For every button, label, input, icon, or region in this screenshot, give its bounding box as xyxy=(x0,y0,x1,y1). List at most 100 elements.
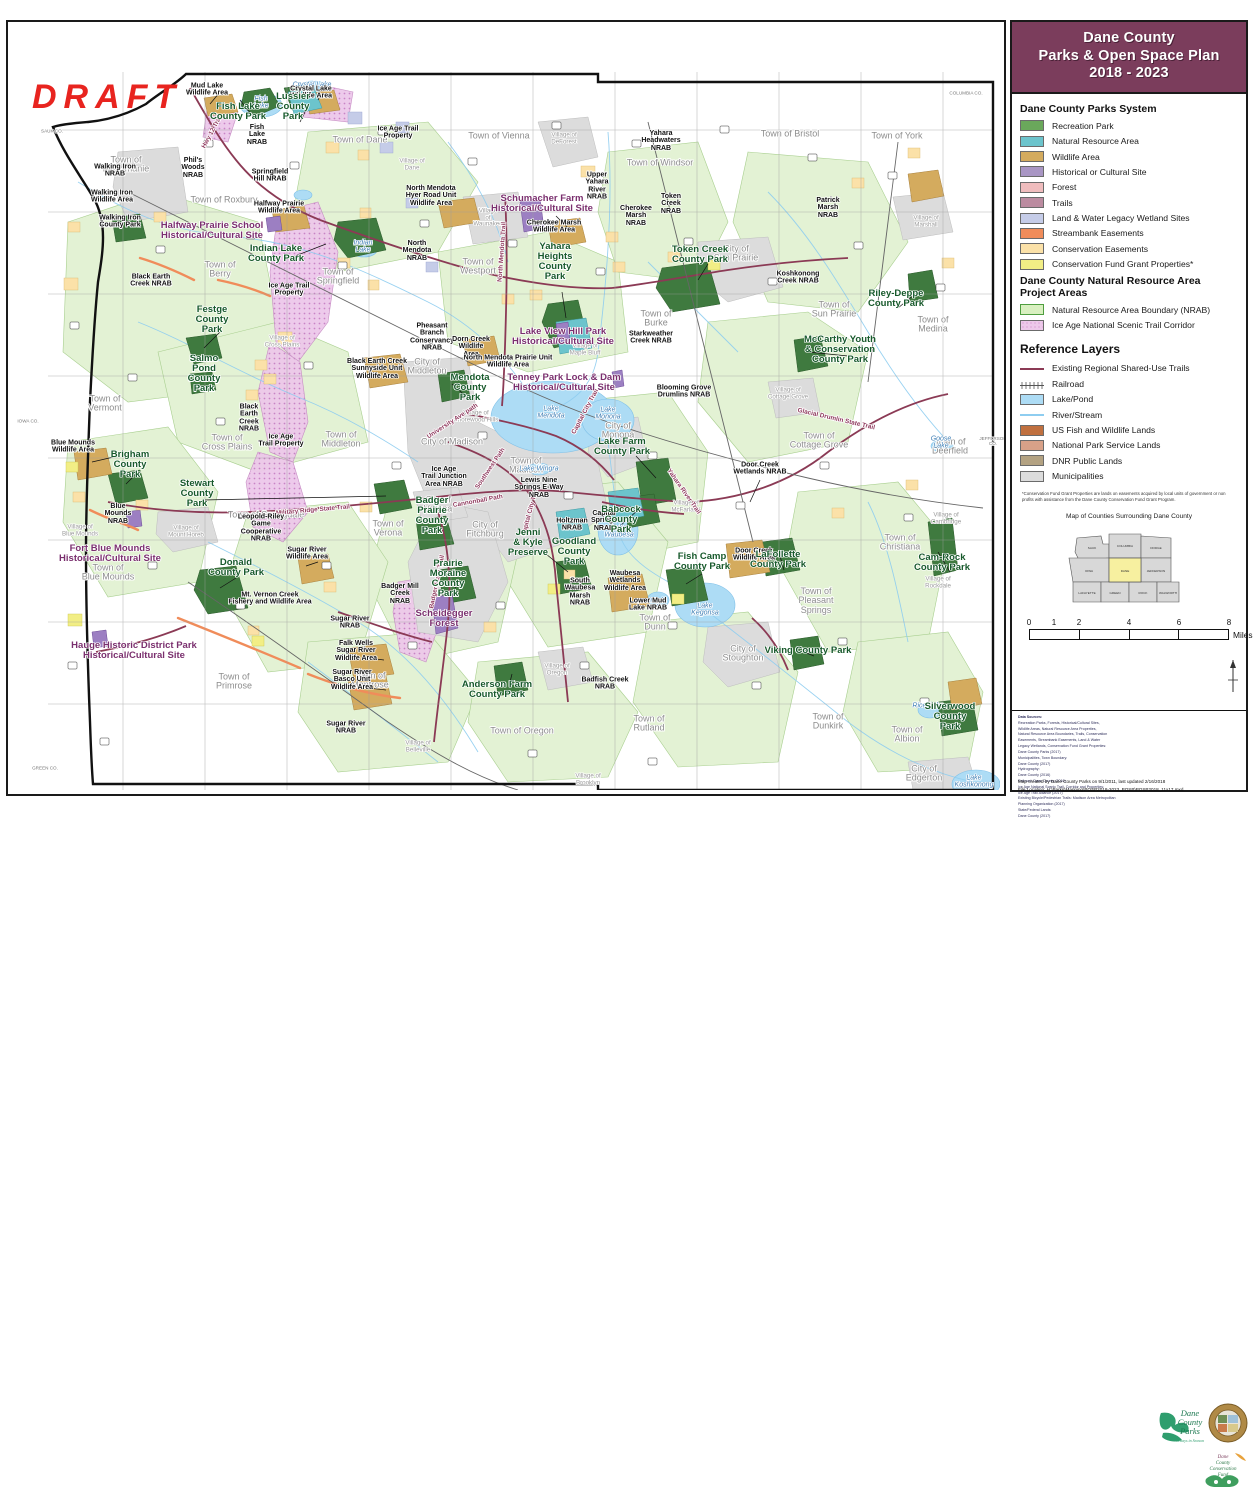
svg-text:COLUMBIA: COLUMBIA xyxy=(1117,544,1134,548)
map-base-layer xyxy=(8,22,1000,790)
legend-item[interactable]: Trails xyxy=(1020,195,1238,210)
legend-item[interactable]: Wildlife Area xyxy=(1020,149,1238,164)
legend-item-label: Lake/Pond xyxy=(1052,394,1094,405)
legend-item[interactable]: Municipalities xyxy=(1020,468,1238,483)
legend-heading-reference-layers: Reference Layers xyxy=(1020,341,1121,356)
legend-item[interactable]: Land & Water Legacy Wetland Sites xyxy=(1020,210,1238,225)
legend-color-swatch xyxy=(1020,424,1044,436)
legend-railroad-swatch xyxy=(1020,378,1044,390)
legend-item-label: River/Stream xyxy=(1052,409,1103,420)
svg-text:SAUK: SAUK xyxy=(1088,546,1097,550)
svg-text:ROCK: ROCK xyxy=(1139,591,1149,595)
legend-color-swatch xyxy=(1020,227,1044,239)
svg-text:GREEN: GREEN xyxy=(1109,591,1120,595)
svg-text:DANE: DANE xyxy=(1121,569,1130,573)
legend-item[interactable]: Recreation Park xyxy=(1020,118,1238,133)
data-sources-line: Dane County (2017) xyxy=(1018,813,1051,818)
legend-item-label: Natural Resource Area Boundary (NRAB) xyxy=(1052,304,1211,315)
legend-line-swatch xyxy=(1020,363,1044,374)
svg-text:Always in Season: Always in Season xyxy=(1175,1438,1204,1443)
legend-item[interactable]: US Fish and Wildlife Lands xyxy=(1020,422,1238,437)
legend-item[interactable]: Ice Age National Scenic Trail Corridor xyxy=(1020,317,1238,332)
scale-tick: 6 xyxy=(1176,617,1182,627)
svg-text:WALWORTH: WALWORTH xyxy=(1159,591,1177,595)
legend-color-swatch xyxy=(1020,181,1044,193)
svg-text:JEFFERSON: JEFFERSON xyxy=(1147,569,1165,573)
legend-color-swatch xyxy=(1020,470,1044,482)
legend-item[interactable]: Existing Regional Shared-Use Trails xyxy=(1020,361,1238,376)
map-title-line3: 2018 - 2023 xyxy=(1089,65,1169,82)
svg-text:Dane: Dane xyxy=(1180,1408,1200,1418)
scale-bar-segments xyxy=(1029,628,1229,640)
scale-tick: 8 xyxy=(1226,617,1232,627)
legend-body: Dane County Parks System Recreation Park… xyxy=(1012,94,1246,484)
legend-item-label: National Park Service Lands xyxy=(1052,440,1161,451)
draft-watermark: DRAFT xyxy=(32,78,183,116)
legend-item[interactable]: Conservation Fund Grant Properties* xyxy=(1020,257,1238,272)
legend-color-swatch xyxy=(1020,212,1044,224)
legend-item-label: Recreation Park xyxy=(1052,120,1114,131)
map-created-line: Map created by Dane County Parks on 9/1/… xyxy=(1018,779,1166,785)
legend-item[interactable]: Historical or Cultural Site xyxy=(1020,164,1238,179)
legend-color-swatch xyxy=(1020,120,1044,132)
scale-bar-ticks: 0 1 2 4 6 8 xyxy=(1026,617,1232,629)
svg-text:Dane: Dane xyxy=(1217,1455,1230,1460)
legend-color-swatch xyxy=(1020,439,1044,451)
legend-item-label: Forest xyxy=(1052,182,1077,193)
data-sources-text: Data Sources: Recreation Parks, Forests, … xyxy=(1018,715,1158,820)
scale-bar-units: Miles xyxy=(1233,629,1253,640)
legend-group-parks-system: Recreation Park Natural Resource Area Wild… xyxy=(1020,118,1238,272)
legend-color-swatch xyxy=(1020,243,1044,255)
legend-item-label: Conservation Easements xyxy=(1052,243,1149,254)
legend-color-swatch xyxy=(1020,166,1044,178)
legend-item-label: Municipalities xyxy=(1052,471,1104,482)
svg-text:LAFAYETTE: LAFAYETTE xyxy=(1078,591,1095,595)
scale-bar: 0 1 2 4 6 8 Miles xyxy=(1026,617,1253,640)
legend-item[interactable]: Conservation Easements xyxy=(1020,241,1238,256)
inset-map: SAUK COLUMBIA DODGE IOWA DANE JEFFERSON … xyxy=(1059,524,1199,608)
map-title-box: Dane County Parks & Open Space Plan 2018… xyxy=(1012,22,1246,95)
legend-color-swatch xyxy=(1020,393,1044,405)
legend-item-label: Wildlife Area xyxy=(1052,151,1100,162)
legend-item[interactable]: Railroad xyxy=(1020,376,1238,391)
legend-item[interactable]: Streambank Easements xyxy=(1020,226,1238,241)
legend-group-nra-project-areas: Natural Resource Area Boundary (NRAB) Ice… xyxy=(1020,302,1238,333)
legend-heading-nra-project-areas: Dane County Natural Resource Area Projec… xyxy=(1020,274,1201,299)
legend-color-swatch xyxy=(1020,258,1044,270)
legend-item[interactable]: River/Stream xyxy=(1020,407,1238,422)
legend-item-label: Railroad xyxy=(1052,378,1085,389)
legend-item-label: Land & Water Legacy Wetland Sites xyxy=(1052,213,1190,224)
source-info-box: Data Sources: Recreation Parks, Forests, … xyxy=(1012,710,1248,1487)
legend-item-label: DNR Public Lands xyxy=(1052,455,1123,466)
dane-county-parks-logo: Dane County Parks Always in Season xyxy=(1159,1408,1204,1443)
svg-text:IOWA: IOWA xyxy=(1085,569,1094,573)
scale-tick: 2 xyxy=(1076,617,1082,627)
legend-line-swatch xyxy=(1020,409,1044,420)
dane-county-conservation-fund-logo: Dane County Conservation Fund xyxy=(1205,1453,1246,1487)
scale-tick: 0 xyxy=(1026,617,1032,627)
map-page: DRAFT Town of Mazomanie Town of Roxbury To… xyxy=(0,0,1255,1487)
svg-text:Conservation: Conservation xyxy=(1210,1467,1237,1472)
legend-color-swatch xyxy=(1020,151,1044,163)
legend-item-label: Ice Age National Scenic Trail Corridor xyxy=(1052,320,1195,331)
legend-item-label: US Fish and Wildlife Lands xyxy=(1052,425,1156,435)
map-canvas[interactable]: DRAFT Town of Mazomanie Town of Roxbury To… xyxy=(8,22,1004,794)
legend-item[interactable]: DNR Public Lands xyxy=(1020,453,1238,468)
legend-item[interactable]: National Park Service Lands xyxy=(1020,438,1238,453)
svg-text:County: County xyxy=(1216,1461,1231,1466)
legend-item[interactable]: Natural Resource Area xyxy=(1020,133,1238,148)
legend-item[interactable]: Lake/Pond xyxy=(1020,392,1238,407)
map-file-location-line: File Location: H:\Parks\Mapping\POSP2018… xyxy=(1018,786,1184,792)
legend-color-swatch xyxy=(1020,455,1044,467)
legend-panel: Dane County Parks & Open Space Plan 2018… xyxy=(1010,20,1253,1487)
inset-map-svg: SAUK COLUMBIA DODGE IOWA DANE JEFFERSON … xyxy=(1068,533,1180,603)
svg-text:Parks: Parks xyxy=(1179,1426,1201,1436)
legend-item[interactable]: Natural Resource Area Boundary (NRAB) xyxy=(1020,302,1238,317)
north-arrow-icon xyxy=(1228,660,1238,692)
dane-county-seal-icon xyxy=(1208,1403,1248,1443)
legend-item[interactable]: Forest xyxy=(1020,180,1238,195)
map-panel[interactable]: DRAFT Town of Mazomanie Town of Roxbury To… xyxy=(6,20,1006,796)
legend-color-swatch xyxy=(1020,319,1044,331)
scale-tick: 4 xyxy=(1126,617,1132,627)
legend-group-reference-layers: Existing Regional Shared-Use Trails Railr… xyxy=(1020,361,1238,484)
